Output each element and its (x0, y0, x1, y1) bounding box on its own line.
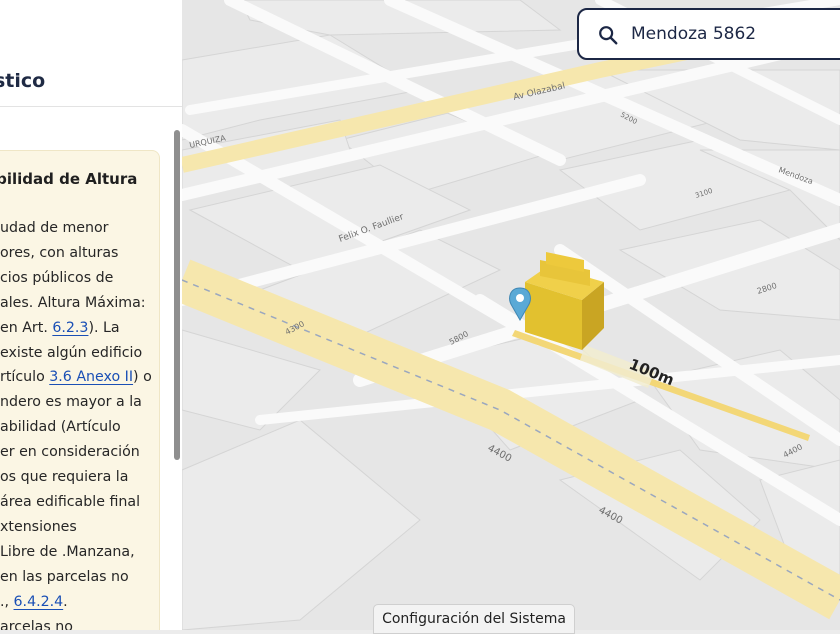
card-line: abilidad (Artículo (0, 419, 121, 436)
article-link[interactable]: 6.4.2.4 (14, 594, 64, 610)
info-panel: stico abilidad de Altura udad de menor o… (0, 0, 182, 630)
card-line: ., 6.4.2.4. (0, 593, 68, 610)
card-title: abilidad de Altura (0, 170, 138, 188)
card-body: udad de menor ores, con alturas cios púb… (0, 216, 160, 630)
card-line: arcelas no (0, 618, 73, 631)
card-line: Libre de .Manzana, (0, 543, 135, 560)
card-line: os que requiera la (0, 469, 129, 486)
article-link[interactable]: 3.6 Anexo II (49, 369, 133, 385)
card-line: existe algún edificio (0, 344, 143, 361)
card-line: ores, con alturas (0, 244, 119, 261)
card-line: área edificable final (0, 493, 141, 510)
article-link[interactable]: 6.2.3 (52, 320, 88, 336)
panel-title: stico (0, 70, 46, 92)
card-line: cios públicos de (0, 269, 114, 286)
card-line: er en consideración (0, 444, 140, 461)
card-line: ales. Altura Máxima: (0, 294, 146, 311)
card-line: ndero es mayor a la (0, 394, 142, 411)
card-line: en Art. 6.2.3). La (0, 319, 120, 336)
search-box[interactable]: Mendoza 5862 (577, 8, 840, 60)
panel-divider (0, 106, 182, 107)
card-line: xtensiones (0, 518, 77, 535)
card-line: en las parcelas no (0, 568, 129, 585)
search-input[interactable]: Mendoza 5862 (631, 24, 756, 44)
search-icon (599, 26, 618, 45)
card-line: udad de menor (0, 220, 109, 236)
card-line: rtículo 3.6 Anexo II) o (0, 369, 152, 386)
panel-scrollbar[interactable] (174, 130, 180, 460)
